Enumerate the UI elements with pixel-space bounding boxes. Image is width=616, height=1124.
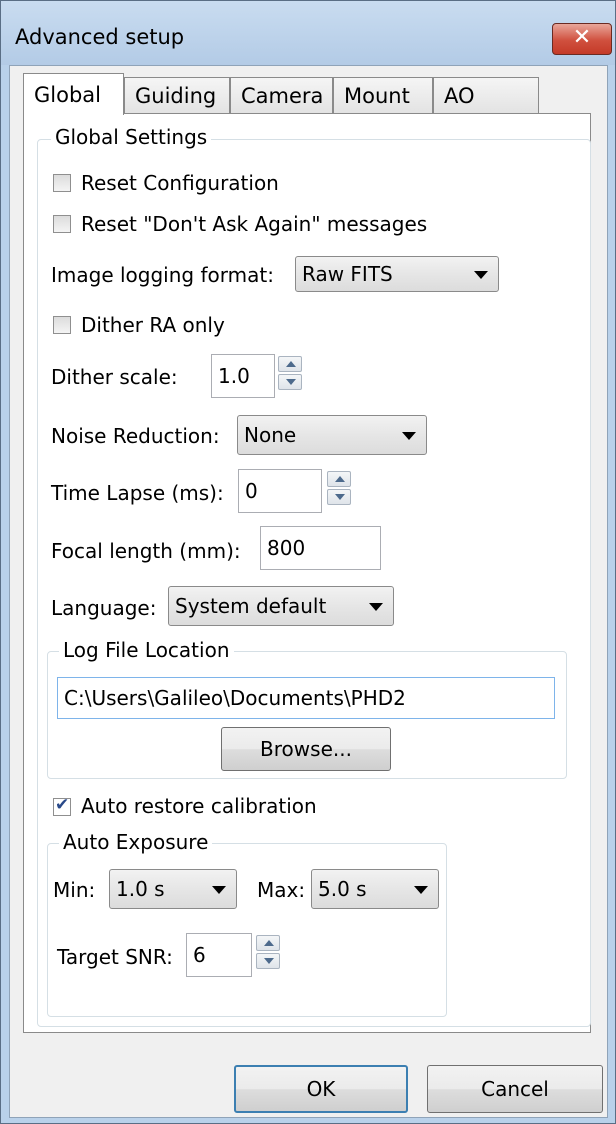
log-file-location-legend: Log File Location (59, 638, 234, 662)
time-lapse-input[interactable]: 0 (238, 469, 322, 513)
spin-down-icon[interactable] (256, 953, 280, 969)
tab-ao[interactable]: AO (433, 77, 539, 113)
select-value: 5.0 s (318, 877, 367, 901)
reset-dont-ask-label: Reset "Don't Ask Again" messages (81, 212, 428, 236)
target-snr-label: Target SNR: (57, 945, 173, 969)
auto-exposure-legend: Auto Exposure (59, 830, 213, 854)
ok-button[interactable]: OK (234, 1065, 408, 1113)
select-value: None (244, 423, 297, 447)
chevron-down-icon (474, 271, 488, 279)
dither-scale-input[interactable]: 1.0 (211, 354, 275, 398)
time-lapse-spinner[interactable] (327, 471, 353, 505)
noise-reduction-select[interactable]: None (237, 415, 427, 455)
log-file-path-input[interactable]: C:\Users\Galileo\Documents\PHD2 (57, 677, 555, 719)
chevron-down-icon (414, 886, 428, 894)
chevron-down-icon (369, 603, 383, 611)
language-select[interactable]: System default (168, 586, 394, 626)
dither-ra-only-label: Dither RA only (81, 313, 225, 337)
target-snr-input[interactable]: 6 (186, 933, 252, 977)
spin-down-icon[interactable] (327, 489, 351, 505)
focal-length-input[interactable]: 800 (260, 526, 381, 570)
dither-ra-only-checkbox[interactable] (53, 316, 71, 334)
dither-scale-spinner[interactable] (278, 356, 304, 390)
tab-guiding[interactable]: Guiding (124, 77, 230, 113)
spin-up-icon[interactable] (278, 356, 302, 372)
browse-button[interactable]: Browse... (221, 727, 391, 771)
max-exposure-select[interactable]: 5.0 s (311, 869, 439, 909)
select-value: 1.0 s (116, 877, 165, 901)
tab-label: AO (444, 84, 475, 108)
reset-configuration-checkbox[interactable] (53, 174, 71, 192)
max-exposure-label: Max: (257, 878, 306, 902)
dither-scale-label: Dither scale: (51, 365, 178, 389)
focal-length-label: Focal length (mm): (51, 539, 241, 563)
tab-label: Camera (241, 84, 324, 108)
target-snr-spinner[interactable] (256, 935, 282, 969)
spin-down-icon[interactable] (278, 374, 302, 390)
reset-dont-ask-checkbox[interactable] (53, 215, 71, 233)
close-button[interactable]: ✕ (552, 23, 612, 55)
noise-reduction-label: Noise Reduction: (51, 424, 220, 448)
chevron-down-icon (212, 886, 226, 894)
auto-restore-calibration-label: Auto restore calibration (81, 794, 317, 818)
spin-up-icon[interactable] (256, 935, 280, 951)
language-label: Language: (51, 596, 157, 620)
close-icon: ✕ (572, 25, 592, 50)
global-settings-legend: Global Settings (51, 125, 212, 149)
tab-label: Mount (344, 84, 410, 108)
image-logging-format-select[interactable]: Raw FITS (295, 256, 499, 292)
min-exposure-label: Min: (53, 878, 96, 902)
advanced-setup-window: Advanced setup ✕ Global Guiding Camera M… (0, 0, 616, 1124)
window-title: Advanced setup (15, 25, 185, 49)
title-bar[interactable]: Advanced setup ✕ (1, 1, 615, 65)
select-value: System default (175, 594, 327, 618)
select-value: Raw FITS (302, 262, 393, 286)
time-lapse-label: Time Lapse (ms): (51, 481, 224, 505)
cancel-button[interactable]: Cancel (427, 1065, 603, 1113)
min-exposure-select[interactable]: 1.0 s (109, 869, 237, 909)
chevron-down-icon (402, 432, 416, 440)
tab-camera[interactable]: Camera (230, 77, 333, 113)
tab-label: Global (34, 83, 101, 107)
spin-up-icon[interactable] (327, 471, 351, 487)
image-logging-format-label: Image logging format: (51, 263, 274, 287)
tab-mount[interactable]: Mount (333, 77, 433, 113)
tab-global[interactable]: Global (23, 73, 124, 115)
tab-label: Guiding (135, 84, 217, 108)
reset-configuration-label: Reset Configuration (81, 171, 279, 195)
auto-restore-calibration-checkbox[interactable] (53, 795, 71, 816)
